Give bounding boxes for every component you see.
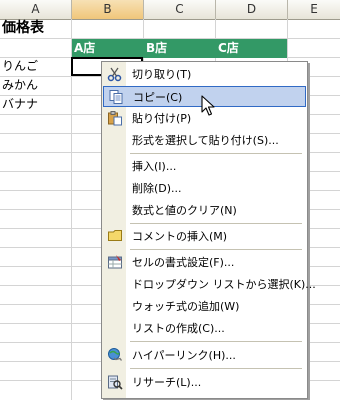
- menu-item-insert-comment[interactable]: コメントの挿入(M): [103, 226, 306, 247]
- format-cells-icon: [107, 254, 123, 270]
- menu-item-label: 貼り付け(P): [132, 112, 192, 125]
- scissors-icon: [107, 66, 123, 82]
- menu-item-clear-contents[interactable]: 数式と値のクリア(N): [103, 200, 306, 221]
- comment-icon: [107, 228, 123, 244]
- row-label-cell[interactable]: りんご: [2, 57, 38, 76]
- column-header-d[interactable]: D: [216, 0, 288, 20]
- sheet-title-cell[interactable]: 価格表: [2, 19, 44, 38]
- menu-item-create-list[interactable]: リストの作成(C)...: [103, 318, 306, 339]
- menu-item-label: 切り取り(T): [132, 68, 192, 81]
- menu-item-hyperlink[interactable]: ハイパーリンク(H)...: [103, 345, 306, 366]
- menu-separator: [130, 368, 302, 369]
- menu-item-paste-special[interactable]: 形式を選択して貼り付け(S)...: [103, 130, 306, 151]
- copy-icon: [108, 89, 124, 105]
- menu-separator: [130, 223, 302, 224]
- menu-item-label: ドロップダウン リストから選択(K)...: [132, 278, 316, 291]
- menu-item-label: ウォッチ式の追加(W): [132, 300, 240, 313]
- header-cell-store-b[interactable]: B店: [144, 39, 216, 58]
- menu-item-label: リサーチ(L)...: [132, 376, 202, 389]
- menu-item-label: ハイパーリンク(H)...: [132, 349, 236, 362]
- header-cell-store-a[interactable]: A店: [72, 39, 144, 58]
- mouse-pointer-icon: [201, 95, 217, 116]
- menu-item-insert[interactable]: 挿入(I)...: [103, 156, 306, 177]
- column-header-e[interactable]: E: [288, 0, 340, 20]
- menu-item-cut[interactable]: 切り取り(T): [103, 64, 306, 85]
- research-icon: [107, 374, 123, 390]
- menu-item-label: 形式を選択して貼り付け(S)...: [132, 134, 279, 147]
- menu-separator: [130, 249, 302, 250]
- menu-item-label: コピー(C): [133, 91, 183, 104]
- menu-item-delete[interactable]: 削除(D)...: [103, 178, 306, 199]
- menu-item-pick-from-dropdown[interactable]: ドロップダウン リストから選択(K)...: [103, 274, 316, 295]
- menu-item-add-watch[interactable]: ウォッチ式の追加(W): [103, 296, 306, 317]
- column-header-b[interactable]: B: [72, 0, 144, 20]
- paste-icon: [107, 110, 123, 126]
- menu-item-label: 削除(D)...: [132, 182, 182, 195]
- menu-item-label: 数式と値のクリア(N): [132, 204, 237, 217]
- menu-separator: [130, 153, 302, 154]
- column-header-c[interactable]: C: [144, 0, 216, 20]
- menu-separator: [130, 341, 302, 342]
- menu-item-research[interactable]: リサーチ(L)...: [103, 372, 306, 393]
- column-header-a[interactable]: A: [0, 0, 72, 20]
- menu-item-label: リストの作成(C)...: [132, 322, 225, 335]
- menu-item-label: コメントの挿入(M): [132, 230, 228, 243]
- header-cell-store-c[interactable]: C店: [216, 39, 288, 58]
- menu-item-label: 挿入(I)...: [132, 160, 177, 173]
- menu-item-label: セルの書式設定(F)...: [132, 256, 235, 269]
- menu-item-format-cells[interactable]: セルの書式設定(F)...: [103, 252, 306, 273]
- row-label-cell[interactable]: バナナ: [2, 95, 38, 114]
- hyperlink-icon: [107, 347, 123, 363]
- row-label-cell[interactable]: みかん: [2, 76, 38, 95]
